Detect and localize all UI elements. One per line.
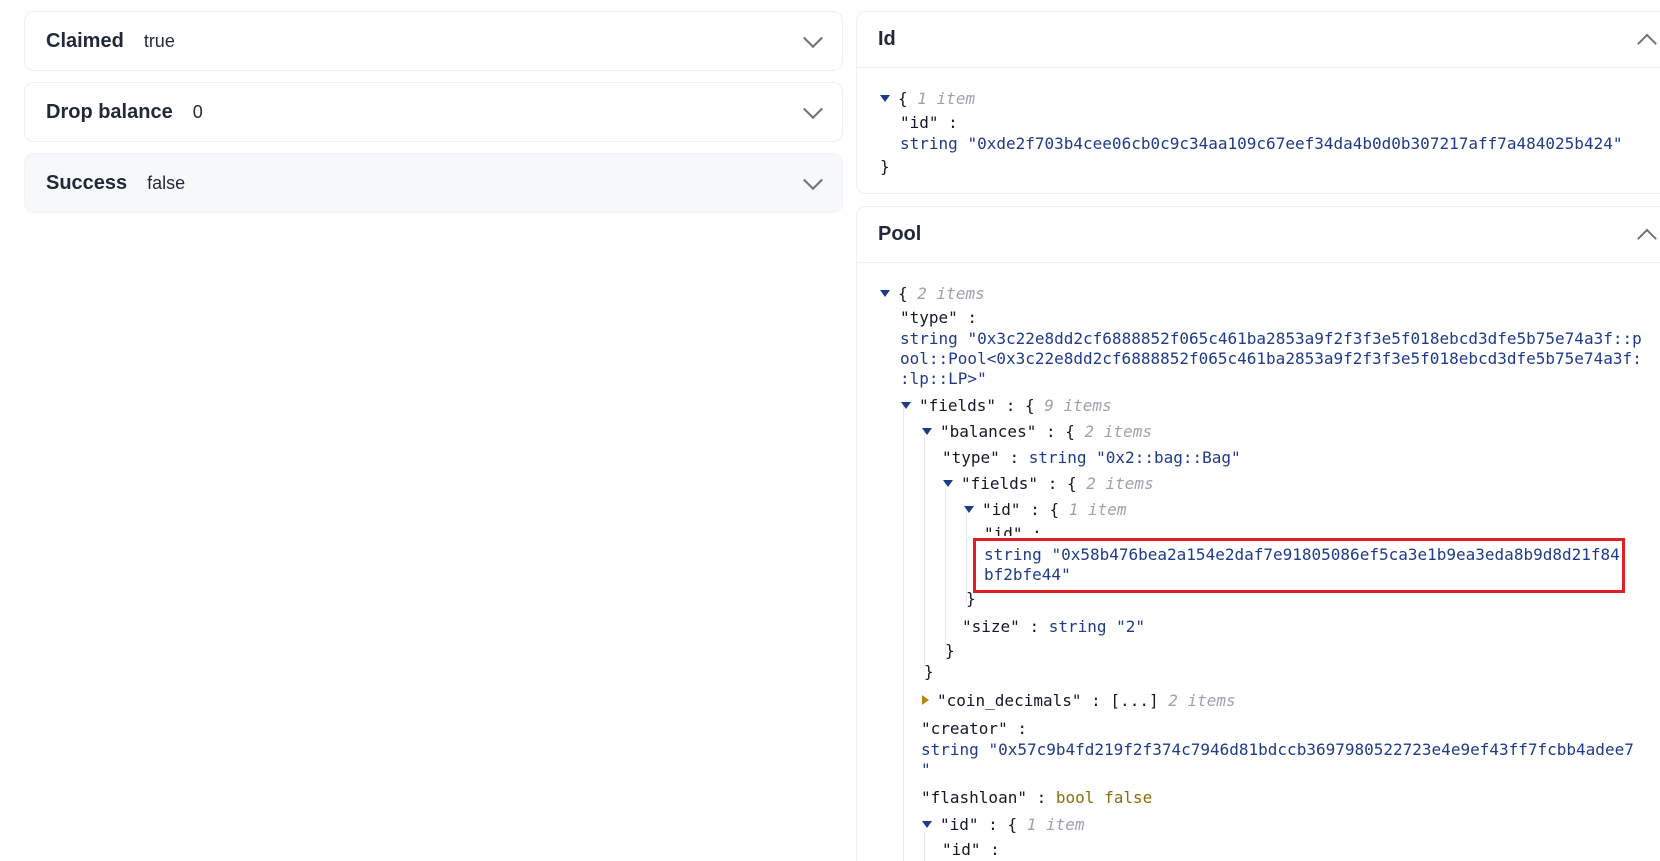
json-key: "id" : <box>900 113 958 132</box>
id-panel: Id <box>856 11 1660 194</box>
json-key: "id" : <box>942 840 1000 859</box>
caret-down-icon[interactable] <box>880 95 890 102</box>
json-row-size[interactable]: "size" : string "2" <box>962 617 1145 637</box>
json-row-bal-fields[interactable]: "fields" : { 2 items <box>943 474 1154 494</box>
pool-panel: Pool <box>856 206 1660 861</box>
json-value-cont: " <box>921 760 931 779</box>
accordion-drop-balance[interactable]: Drop balance 0 <box>24 82 843 142</box>
caret-down-icon[interactable] <box>922 821 932 828</box>
json-row-coin-decimals[interactable]: "coin_decimals" : [...] 2 items <box>922 691 1236 711</box>
json-row-bal-type[interactable]: "type" : string "0x2::bag::Bag" <box>942 448 1241 468</box>
accordion-title: Success <box>46 171 128 194</box>
json-brace: } <box>880 157 890 176</box>
json-key: "type" : <box>900 308 978 327</box>
json-row-fields[interactable]: "fields" : { 9 items <box>901 396 1112 416</box>
caret-down-icon[interactable] <box>922 428 932 435</box>
chevron-down-icon[interactable] <box>803 170 823 191</box>
json-row-root[interactable]: { 2 items <box>880 284 985 304</box>
json-value-cont: ool::Pool<0x3c22e8dd2cf6888852f065c461ba… <box>900 349 1642 368</box>
accordion-value: true <box>143 30 175 51</box>
json-value[interactable]: string "0x3c22e8dd2cf6888852f065c461ba28… <box>900 329 1642 349</box>
json-row-bal-id[interactable]: "id" : { 1 item <box>964 500 1127 520</box>
accordion-success[interactable]: Success false <box>24 153 843 213</box>
caret-down-icon[interactable] <box>901 402 911 409</box>
json-key: "creator" : <box>921 719 1027 738</box>
accordion-value: false <box>147 172 186 193</box>
chevron-down-icon[interactable] <box>803 28 823 49</box>
id-panel-header[interactable]: Id <box>857 12 1660 68</box>
pool-panel-header[interactable]: Pool <box>857 207 1660 263</box>
highlight-box <box>973 538 1625 593</box>
json-row[interactable]: { 1 item <box>880 89 975 109</box>
json-row-id[interactable]: "id" : { 1 item <box>922 815 1085 835</box>
json-brace: } <box>945 641 955 660</box>
json-row-flashloan[interactable]: "flashloan" : bool false <box>921 788 1152 808</box>
json-brace: } <box>924 662 934 681</box>
caret-right-icon[interactable] <box>922 695 929 705</box>
caret-down-icon[interactable] <box>880 290 890 297</box>
accordion-title: Drop balance <box>46 100 173 123</box>
caret-down-icon[interactable] <box>964 506 974 513</box>
accordion-claimed[interactable]: Claimed true <box>24 11 843 71</box>
accordion-title: Claimed <box>46 29 124 52</box>
panel-title: Id <box>878 28 896 50</box>
panel-title: Pool <box>878 223 922 245</box>
json-value[interactable]: string "0x57c9b4fd219f2f374c7946d81bdccb… <box>921 740 1634 760</box>
json-row-balances[interactable]: "balances" : { 2 items <box>922 422 1152 442</box>
chevron-up-icon[interactable] <box>1637 33 1657 53</box>
json-value-cont: :lp::LP>" <box>900 369 987 388</box>
json-value[interactable]: string "0xde2f703b4cee06cb0c9c34aa109c67… <box>900 134 1622 154</box>
caret-down-icon[interactable] <box>943 480 953 487</box>
accordion-value: 0 <box>192 101 203 122</box>
chevron-up-icon[interactable] <box>1637 228 1657 248</box>
chevron-down-icon[interactable] <box>803 99 823 120</box>
